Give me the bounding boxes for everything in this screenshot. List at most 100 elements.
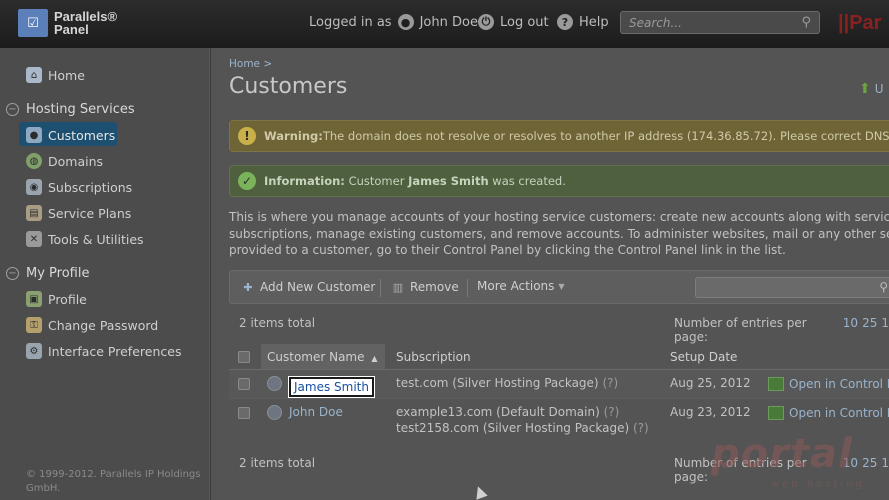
key-icon: ⚿	[26, 317, 42, 333]
collapse-icon: −	[6, 267, 19, 280]
control-panel-icon	[768, 377, 784, 391]
sort-ascending-icon: ▲	[371, 354, 378, 363]
customer-search-field[interactable]: ⚲	[695, 277, 889, 298]
setup-date-cell: Aug 23, 2012	[670, 405, 751, 419]
sidebar-item-interface-preferences[interactable]: ⚙ Interface Preferences	[26, 343, 181, 359]
column-customer-name[interactable]: Customer Name ▲	[267, 350, 378, 364]
entries-per-page-top: Number of entries per page: 10 25 1	[674, 316, 889, 344]
per-page-25[interactable]: 25	[862, 316, 877, 344]
help-icon: ?	[557, 14, 573, 30]
global-search: ⚲	[620, 11, 820, 34]
page-title: Customers	[229, 74, 348, 99]
arrow-up-icon: ⬆	[859, 81, 871, 97]
sidebar-item-profile[interactable]: ▣ Profile	[26, 291, 87, 307]
warning-label: Warning:	[264, 129, 323, 143]
trash-icon: ▥	[392, 280, 404, 294]
home-icon: ⌂	[26, 67, 42, 83]
parallels-brand-mark: ||Par	[838, 12, 882, 34]
tools-icon: ✕	[26, 231, 42, 247]
customer-link-john-doe[interactable]: John Doe	[289, 405, 343, 419]
sidebar-item-subscriptions[interactable]: ◉ Subscriptions	[26, 179, 132, 195]
open-control-panel-link[interactable]: Open in Control P	[768, 406, 889, 420]
control-panel-icon	[768, 406, 784, 420]
subscription-cell: example13.com (Default Domain) (?)	[396, 405, 620, 419]
power-icon: ⏻	[478, 14, 494, 30]
sidebar-item-domains[interactable]: ◍ Domains	[26, 153, 103, 169]
sidebar-item-tools-utilities[interactable]: ✕ Tools & Utilities	[26, 231, 144, 247]
per-page-100[interactable]: 1	[881, 316, 889, 344]
customer-icon: ●	[26, 127, 42, 143]
check-icon: ✓	[238, 172, 256, 190]
breadcrumb-home[interactable]: Home	[229, 58, 260, 70]
global-search-input[interactable]	[621, 12, 791, 33]
main-content: Home > Customers ⬆ U ! Warning: The doma…	[211, 48, 889, 500]
remove-button[interactable]: ▥ Remove	[390, 279, 459, 295]
info-label: Information:	[264, 174, 345, 188]
info-message: ✓ Information: Customer James Smith was …	[229, 165, 889, 197]
upgrade-link[interactable]: ⬆ U	[859, 81, 884, 97]
logout-label: Log out	[500, 14, 549, 30]
row-checkbox[interactable]	[238, 378, 250, 390]
help-icon[interactable]: (?)	[633, 421, 649, 435]
toolbar-divider	[467, 279, 468, 297]
page-description: This is where you manage accounts of you…	[229, 210, 889, 257]
breadcrumb: Home >	[229, 58, 272, 70]
warning-message: ! Warning: The domain does not resolve o…	[229, 120, 889, 152]
logout-button[interactable]: ⏻ Log out	[478, 14, 549, 30]
sidebar-item-customers[interactable]: ● Customers	[26, 127, 115, 143]
watermark-subtitle: web hosting	[771, 479, 865, 490]
add-new-customer-button[interactable]: ✚ Add New Customer	[240, 279, 375, 295]
search-icon[interactable]: ⚲	[879, 280, 888, 294]
help-icon[interactable]: (?)	[604, 405, 620, 419]
subscription-cell: test2158.com (Silver Hosting Package) (?…	[396, 421, 649, 435]
table-row: James Smith test.com (Silver Hosting Pac…	[229, 370, 889, 399]
column-subscription[interactable]: Subscription	[396, 350, 471, 364]
sidebar-item-home[interactable]: ⌂ Home	[26, 67, 85, 83]
section-hosting-services[interactable]: − Hosting Services	[6, 102, 135, 117]
items-total-bottom: 2 items total	[239, 456, 316, 470]
status-icon	[267, 405, 282, 420]
warning-text: The domain does not resolve or resolves …	[322, 129, 889, 143]
status-icon	[267, 376, 282, 391]
service-plan-icon: ▤	[26, 205, 42, 221]
user-icon: ●	[397, 14, 414, 30]
help-button[interactable]: ? Help	[557, 14, 609, 30]
customer-toolbar: ✚ Add New Customer ▥ Remove More Actions…	[229, 270, 889, 304]
warning-icon: !	[238, 127, 256, 145]
toolbar-divider	[380, 279, 381, 297]
profile-card-icon: ▣	[26, 291, 42, 307]
subscription-cell: test.com (Silver Hosting Package) (?)	[396, 376, 619, 390]
logged-in-indicator: Logged in as ● John Doe	[309, 14, 478, 30]
open-control-panel-link[interactable]: Open in Control P	[768, 377, 889, 391]
customer-link-james-smith[interactable]: James Smith	[289, 377, 374, 397]
search-icon[interactable]: ⚲	[801, 15, 811, 30]
per-page-100[interactable]: 1	[881, 456, 889, 484]
sidebar-item-change-password[interactable]: ⚿ Change Password	[26, 317, 158, 333]
copyright-text: © 1999-2012. Parallels IP Holdings GmbH.	[26, 469, 201, 494]
section-my-profile[interactable]: − My Profile	[6, 266, 89, 281]
more-actions-dropdown[interactable]: More Actions ▼	[477, 279, 565, 293]
logo-mark-icon: ☑	[18, 9, 48, 37]
sidebar-item-service-plans[interactable]: ▤ Service Plans	[26, 205, 131, 221]
row-checkbox[interactable]	[238, 407, 250, 419]
collapse-icon: −	[6, 103, 19, 116]
setup-date-cell: Aug 25, 2012	[670, 376, 751, 390]
chevron-down-icon: ▼	[558, 281, 565, 291]
watermark-logo: portal	[711, 431, 853, 477]
column-setup-date[interactable]: Setup Date	[670, 350, 737, 364]
info-customer-name: James Smith	[408, 174, 489, 188]
per-page-10[interactable]: 10	[843, 316, 858, 344]
items-total-top: 2 items total	[239, 316, 316, 330]
help-label: Help	[579, 14, 609, 30]
globe-icon: ◍	[26, 153, 42, 169]
help-icon[interactable]: (?)	[602, 376, 618, 390]
add-user-icon: ✚	[243, 280, 253, 294]
parallels-logo[interactable]: ☑ Parallels® Panel	[18, 9, 117, 37]
subscription-icon: ◉	[26, 179, 42, 195]
user-name: John Doe	[419, 14, 478, 30]
logo-line-2: Panel	[54, 22, 89, 37]
sidebar: ⌂ Home − Hosting Services ● Customers ◍ …	[0, 48, 210, 500]
select-all-checkbox[interactable]	[238, 351, 250, 363]
logged-in-label: Logged in as	[309, 14, 392, 30]
top-bar: ☑ Parallels® Panel Logged in as ● John D…	[0, 0, 889, 48]
